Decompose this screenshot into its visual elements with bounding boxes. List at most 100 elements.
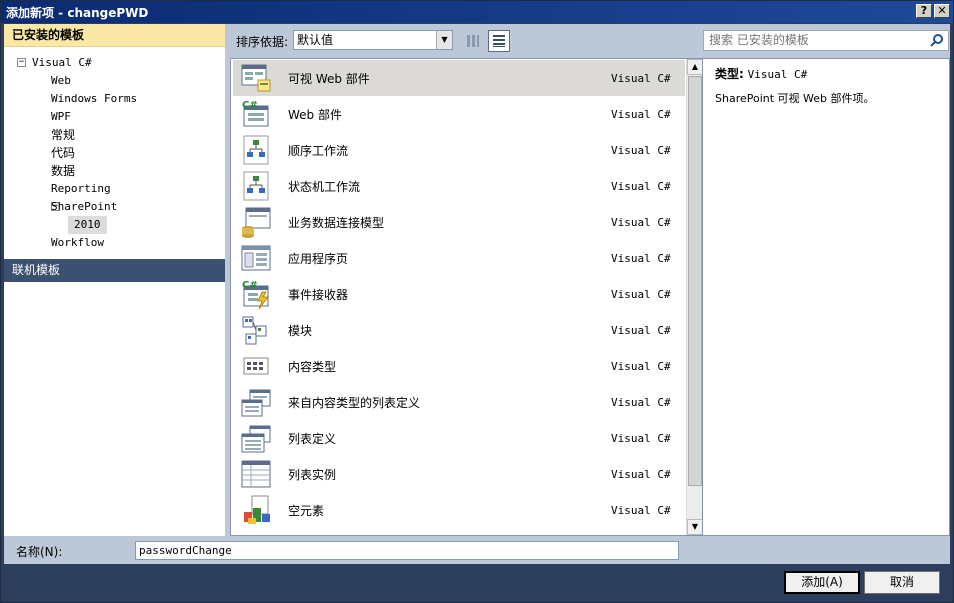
template-language: Visual C# bbox=[611, 431, 671, 445]
medium-icons-view-button[interactable] bbox=[462, 30, 484, 52]
tree-item-label: 代码 bbox=[51, 146, 76, 160]
template-categories-panel: 已安装的模板 − Visual C# Web Windows Forms WPF 常规代码… bbox=[4, 24, 225, 536]
installed-templates-header[interactable]: 已安装的模板 bbox=[4, 24, 225, 47]
online-templates-header[interactable]: 联机模板 bbox=[4, 259, 225, 282]
tree-item-2010[interactable]: 2010 bbox=[68, 216, 107, 234]
template-name: 事件接收器 bbox=[288, 287, 349, 302]
template-name: 列表实例 bbox=[288, 467, 337, 482]
list-view-button[interactable] bbox=[488, 30, 510, 52]
template-row[interactable]: 应用程序页 Visual C# bbox=[233, 240, 685, 276]
template-language: Visual C# bbox=[611, 215, 671, 229]
module-icon bbox=[239, 314, 273, 346]
close-button[interactable]: ✕ bbox=[934, 4, 950, 18]
grid-view-icon bbox=[467, 35, 479, 47]
template-name: 列表定义 bbox=[288, 431, 337, 446]
template-name: Web 部件 bbox=[288, 107, 342, 122]
template-list-items: 可视 Web 部件 Visual C# C# Web 部件 Visual C# 顺序工作流… bbox=[231, 59, 686, 535]
window-title: 添加新项 - changePWD bbox=[6, 5, 149, 20]
template-language: Visual C# bbox=[611, 287, 671, 301]
content-type-icon bbox=[239, 350, 273, 382]
template-language: Visual C# bbox=[611, 359, 671, 373]
sort-label: 排序依据: bbox=[236, 35, 289, 49]
template-row[interactable]: 顺序工作流 Visual C# bbox=[233, 132, 685, 168]
tree-item-label: Web bbox=[51, 74, 71, 87]
tree-item-windows-forms[interactable]: Windows Forms bbox=[51, 90, 137, 108]
list-instance-icon bbox=[239, 458, 273, 490]
scroll-down-button[interactable]: ▼ bbox=[687, 519, 703, 535]
vertical-scrollbar[interactable]: ▲ ▼ bbox=[686, 59, 703, 535]
template-name: 状态机工作流 bbox=[288, 179, 361, 194]
list-definition-icon bbox=[239, 422, 273, 454]
name-input[interactable]: passwordChange bbox=[135, 541, 679, 560]
toolbar: 排序依据: 默认值 ▼ 搜索 已安装的模板 bbox=[230, 24, 950, 58]
tree-item-sharepoint[interactable]: SharePoint bbox=[51, 198, 117, 216]
search-icon[interactable] bbox=[930, 33, 944, 47]
tree-expander-icon[interactable]: − bbox=[17, 58, 26, 67]
tree-item[interactable]: 代码 bbox=[51, 144, 75, 162]
tree-item-visual-c[interactable]: Visual C# bbox=[32, 54, 92, 72]
tree-item-label: Windows Forms bbox=[51, 92, 138, 105]
chevron-down-icon[interactable]: ▼ bbox=[436, 31, 452, 49]
template-language: Visual C# bbox=[611, 395, 671, 409]
template-name: 业务数据连接模型 bbox=[288, 215, 385, 230]
template-name: 应用程序页 bbox=[288, 251, 349, 266]
list-def-from-content-type-icon bbox=[239, 386, 273, 418]
application-page-icon bbox=[239, 242, 273, 274]
template-type: 类型: Visual C# bbox=[715, 65, 937, 82]
template-name: 模块 bbox=[288, 323, 313, 338]
template-name: 内容类型 bbox=[288, 359, 337, 374]
tree-item-workflow[interactable]: Workflow bbox=[51, 234, 104, 252]
template-language: Visual C# bbox=[611, 467, 671, 481]
template-row[interactable]: C# 事件接收器 Visual C# bbox=[233, 276, 685, 312]
template-language: Visual C# bbox=[611, 107, 671, 121]
tree-item-reporting[interactable]: Reporting bbox=[51, 180, 111, 198]
name-row: 名称(N): passwordChange bbox=[4, 536, 950, 564]
template-language: Visual C# bbox=[611, 179, 671, 193]
dialog-body: 已安装的模板 − Visual C# Web Windows Forms WPF 常规 代码… bbox=[4, 24, 950, 536]
add-button[interactable]: 添加(A) bbox=[784, 571, 860, 594]
template-row[interactable]: 状态机工作流 Visual C# bbox=[233, 168, 685, 204]
list-view-icon bbox=[493, 35, 505, 47]
scroll-up-button[interactable]: ▲ bbox=[687, 59, 703, 75]
tree-item-label: Reporting bbox=[51, 182, 111, 195]
template-row[interactable]: 列表定义 Visual C# bbox=[233, 420, 685, 456]
template-name: 空元素 bbox=[288, 503, 325, 518]
tree-item[interactable]: 数据 bbox=[51, 162, 75, 180]
name-label: 名称(N): bbox=[16, 545, 63, 559]
template-row[interactable]: 可视 Web 部件 Visual C# bbox=[233, 60, 685, 96]
tree-item-label: 常规 bbox=[51, 128, 76, 142]
scroll-thumb[interactable] bbox=[688, 76, 702, 486]
category-tree: − Visual C# Web Windows Forms WPF 常规代码数据 Repor… bbox=[4, 47, 225, 259]
template-row[interactable]: 内容类型 Visual C# bbox=[233, 348, 685, 384]
tree-item-label: SharePoint bbox=[51, 200, 118, 213]
template-name: 来自内容类型的列表定义 bbox=[288, 395, 421, 410]
search-placeholder: 搜索 已安装的模板 bbox=[709, 33, 809, 47]
template-row[interactable]: 空元素 Visual C# bbox=[233, 492, 685, 528]
tree-item-wpf[interactable]: WPF bbox=[51, 108, 71, 126]
template-detail-panel: 类型: Visual C# SharePoint 可视 Web 部件项。 bbox=[702, 58, 950, 536]
template-list: 可视 Web 部件 Visual C# C# Web 部件 Visual C# 顺序工作流… bbox=[230, 58, 703, 536]
tree-item[interactable]: 常规 bbox=[51, 126, 75, 144]
dialog-footer: 添加(A) 取消 bbox=[4, 564, 950, 601]
template-row[interactable]: 业务数据连接模型 Visual C# bbox=[233, 204, 685, 240]
tree-item-web[interactable]: Web bbox=[51, 72, 71, 90]
sort-value: 默认值 bbox=[297, 33, 334, 47]
template-row[interactable]: 来自内容类型的列表定义 Visual C# bbox=[233, 384, 685, 420]
template-name: 可视 Web 部件 bbox=[288, 71, 370, 86]
template-row[interactable]: 模块 Visual C# bbox=[233, 312, 685, 348]
template-language: Visual C# bbox=[611, 503, 671, 517]
template-name: 顺序工作流 bbox=[288, 143, 349, 158]
template-row[interactable]: 列表实例 Visual C# bbox=[233, 456, 685, 492]
title-buttons: ? ✕ bbox=[916, 4, 950, 18]
type-value: Visual C# bbox=[747, 68, 808, 81]
template-row[interactable]: C# Web 部件 Visual C# bbox=[233, 96, 685, 132]
type-label: 类型: bbox=[715, 67, 744, 81]
template-language: Visual C# bbox=[611, 143, 671, 157]
help-button[interactable]: ? bbox=[916, 4, 932, 18]
web-part-icon: C# bbox=[239, 98, 273, 130]
empty-element-icon bbox=[239, 494, 273, 526]
search-input[interactable]: 搜索 已安装的模板 bbox=[703, 30, 949, 51]
template-language: Visual C# bbox=[611, 323, 671, 337]
sort-dropdown[interactable]: 默认值 ▼ bbox=[293, 30, 453, 50]
cancel-button[interactable]: 取消 bbox=[864, 571, 940, 594]
